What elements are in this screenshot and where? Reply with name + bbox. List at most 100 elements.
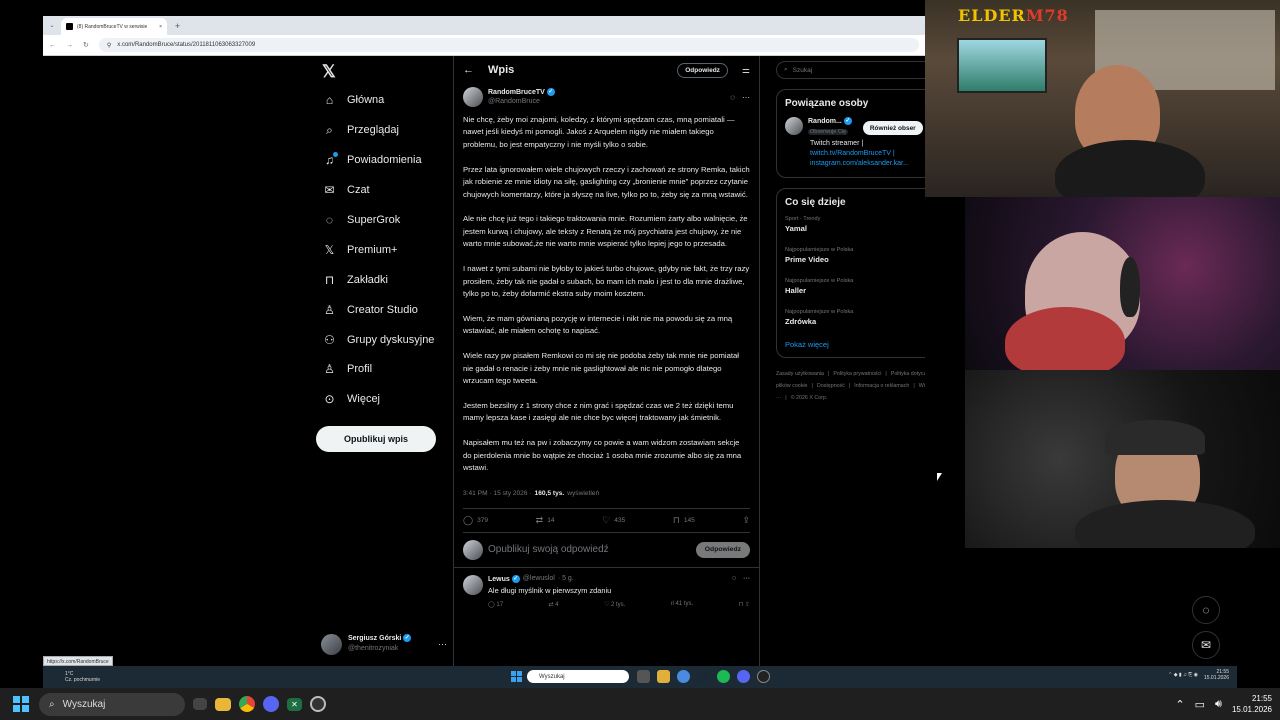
- x-logo-icon[interactable]: 𝕏: [322, 62, 336, 82]
- search-input[interactable]: ⌕ Szukaj: [776, 61, 925, 79]
- related-person[interactable]: Random... ✓ Obserwuje Cię Również obser: [785, 117, 925, 137]
- reply-input[interactable]: Opublikuj swoją odpowiedź: [488, 544, 609, 555]
- windows-start-icon[interactable]: [13, 696, 29, 712]
- forward-arrow-icon[interactable]: →: [66, 42, 73, 49]
- messages-float-button[interactable]: ✉: [1192, 631, 1220, 659]
- post-timestamp[interactable]: 3:41 PM · 15 sty 2026 ·: [463, 490, 532, 497]
- chrome-icon[interactable]: [677, 670, 690, 683]
- footer-link[interactable]: Dostępność: [817, 383, 845, 389]
- like-action[interactable]: ♡ 435: [602, 515, 625, 526]
- repost-action[interactable]: ⇄ 4: [549, 601, 559, 608]
- settings-sliders-icon[interactable]: ⚌: [742, 65, 750, 76]
- task-view-icon[interactable]: [637, 670, 650, 683]
- clock[interactable]: 21:55 15.01.2026: [1232, 693, 1272, 715]
- tab-close-icon[interactable]: ×: [159, 24, 162, 30]
- nav-item-8[interactable]: ♙ Creator Studio: [323, 300, 418, 320]
- more-dots-icon[interactable]: ···: [743, 575, 750, 583]
- discord-icon[interactable]: [737, 670, 750, 683]
- avatar[interactable]: [463, 87, 483, 107]
- steam-icon[interactable]: [697, 670, 710, 683]
- address-bar[interactable]: ⚲ x.com/RandomBruce/status/2011811063063…: [98, 38, 919, 52]
- footer-link[interactable]: Polityka prywatności: [833, 371, 881, 377]
- reply-submit-button[interactable]: Odpowiedz: [695, 541, 750, 558]
- browser-tab[interactable]: (8) RandomBruceTV w serwisie ×: [61, 18, 167, 35]
- bookmark-action[interactable]: ⊓ 145: [673, 515, 695, 526]
- windows-taskbar: ⌕ Wyszukaj ✕ ⌃ ▭ 🔊︎ 21:55 15.01.2026: [0, 688, 1280, 720]
- footer-link[interactable]: Zasady użytkowania: [776, 371, 824, 377]
- repost-action[interactable]: ⇄ 14: [536, 515, 555, 526]
- nav-item-10[interactable]: ♙ Profil: [323, 359, 372, 379]
- grok-float-button[interactable]: ◌: [1192, 596, 1220, 624]
- nav-item-11[interactable]: ⊙ Więcej: [323, 389, 380, 409]
- nav-item-4[interactable]: ✉ Czat: [323, 180, 369, 200]
- post-button[interactable]: Opublikuj wpis: [316, 426, 436, 452]
- discord-icon[interactable]: [263, 696, 279, 712]
- twitch-link[interactable]: twitch.tv/RandomBruceTV |: [810, 149, 925, 159]
- reload-icon[interactable]: ↻: [83, 41, 89, 49]
- nav-item-3[interactable]: ♫ Powiadomienia: [323, 150, 422, 170]
- back-arrow-icon[interactable]: ←: [463, 64, 474, 76]
- show-more-link[interactable]: Pokaż więcej: [785, 340, 925, 349]
- spotify-icon[interactable]: [717, 670, 730, 683]
- obs-icon[interactable]: [310, 696, 326, 712]
- views-action[interactable]: ıl 41 tys.: [671, 601, 693, 608]
- nav-item-5[interactable]: ◌ SuperGrok: [323, 210, 400, 230]
- back-arrow-icon[interactable]: ←: [49, 42, 56, 49]
- footer-link[interactable]: Informacja o reklamach: [854, 383, 909, 389]
- reply-action[interactable]: ◯ 379: [463, 515, 488, 526]
- share-action[interactable]: ⇪: [742, 515, 750, 526]
- reply-header-button[interactable]: Odpowiedz: [677, 62, 728, 78]
- nav-item-7[interactable]: ⊓ Zakładki: [323, 270, 388, 290]
- folder-icon[interactable]: [215, 697, 231, 711]
- grok-icon[interactable]: ◌: [730, 93, 735, 102]
- related-name[interactable]: Random... ✓: [808, 117, 852, 127]
- nav-item-2[interactable]: ⌕ Przeglądaj: [323, 120, 399, 140]
- volume-icon[interactable]: 🔊︎: [1215, 698, 1222, 711]
- avatar[interactable]: [463, 574, 483, 595]
- system-tray: ⌃ ▭ 🔊︎ 21:55 15.01.2026: [1175, 688, 1272, 720]
- nav-item-1[interactable]: ⌂ Główna: [323, 90, 384, 110]
- trend-item[interactable]: Sport · TrendyYamal···: [785, 216, 925, 233]
- nav-item-6[interactable]: 𝕏 Premium+: [323, 240, 398, 260]
- tray-icons[interactable]: ⌃ ◆ ▮ ♫ ⎘ ◉: [1168, 672, 1198, 678]
- nav-item-9[interactable]: ⚇ Grupy dyskusyjne: [323, 330, 434, 350]
- excel-icon[interactable]: ✕: [287, 697, 302, 711]
- trend-item[interactable]: Najpopularniejsze w PolskaPrime Video···: [785, 247, 925, 264]
- chrome-icon[interactable]: [239, 696, 255, 712]
- tab-list-icon[interactable]: ⌄: [47, 22, 57, 29]
- captured-search[interactable]: Wyszukaj: [527, 670, 629, 683]
- author-name[interactable]: RandomBruceTV ✓: [488, 88, 555, 97]
- more-circle-icon: ⊙: [324, 392, 335, 406]
- reply-author-handle[interactable]: @lewuslol: [523, 575, 555, 583]
- like-action[interactable]: ♡ 2 tys.: [604, 601, 625, 608]
- site-info-icon[interactable]: ⚲: [107, 42, 111, 49]
- follow-button[interactable]: Również obser: [862, 121, 923, 135]
- footer-link[interactable]: © 2026 X Corp.: [791, 395, 828, 401]
- task-view-icon[interactable]: [193, 698, 207, 710]
- creator-icon: ♙: [324, 303, 335, 317]
- avatar[interactable]: [785, 117, 803, 135]
- folder-icon[interactable]: [657, 670, 670, 683]
- bookmark-icon[interactable]: ⊓ ⇪: [739, 601, 750, 608]
- grok-icon[interactable]: ◌: [732, 575, 736, 583]
- network-icon[interactable]: ▭: [1195, 698, 1205, 711]
- weather-widget[interactable]: 1°C Cz. pochmurnie: [65, 671, 100, 683]
- taskbar-search[interactable]: ⌕ Wyszukaj: [39, 692, 185, 716]
- verified-badge-icon: ✓: [843, 117, 852, 126]
- chevron-up-icon[interactable]: ⌃: [1175, 698, 1184, 711]
- windows-start-icon[interactable]: [511, 671, 522, 682]
- reply-action[interactable]: ◯ 17: [488, 601, 503, 608]
- trend-item[interactable]: Najpopularniejsze w PolskaZdrówka···: [785, 309, 925, 326]
- more-dots-icon[interactable]: ···: [438, 639, 447, 649]
- more-dots-icon[interactable]: ···: [742, 93, 750, 102]
- author-handle[interactable]: @RandomBruce: [488, 97, 555, 106]
- reply-author-name[interactable]: Lewus ✓: [488, 574, 520, 583]
- obs-icon[interactable]: [757, 670, 770, 683]
- post-header: ← Wpis Odpowiedz ⚌: [454, 56, 759, 84]
- verified-badge-icon: ✓: [546, 88, 555, 97]
- new-tab-button[interactable]: +: [175, 21, 180, 31]
- instagram-link[interactable]: instagram.com/aleksander.kar...: [810, 159, 925, 169]
- reply-post[interactable]: Lewus ✓ @lewuslol · 5 g. ◌ ··· Ale długi m…: [454, 566, 759, 608]
- trend-item[interactable]: Najpopularniejsze w PolskaHaller···: [785, 278, 925, 295]
- account-switcher[interactable]: Sergiusz Górski ✓ @thenitrozyniak ···: [321, 630, 447, 658]
